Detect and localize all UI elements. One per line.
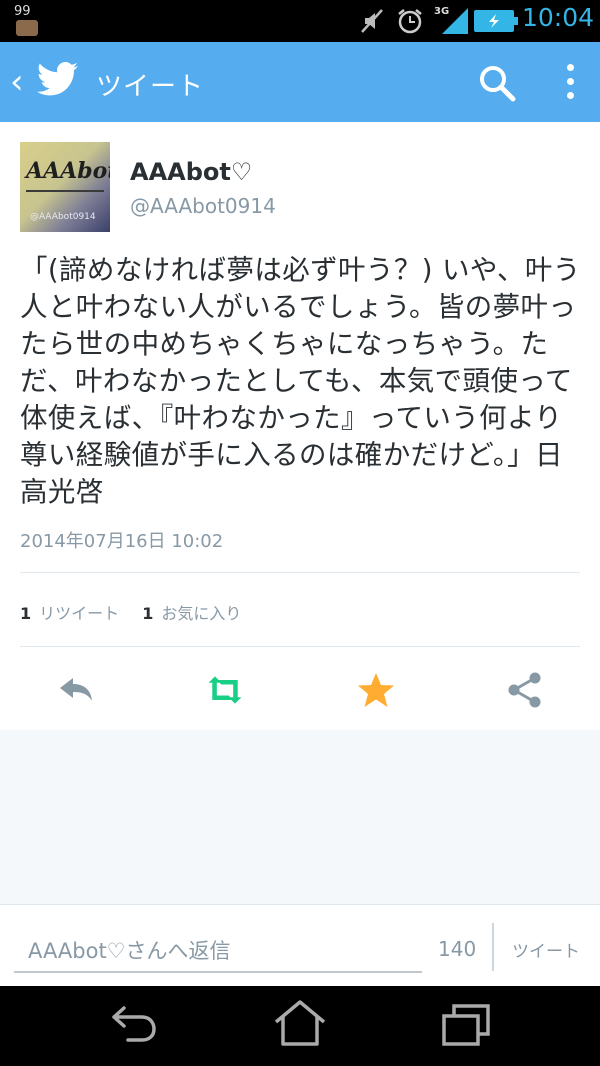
avatar[interactable]: AAAbot @AAAbot0914	[20, 142, 110, 232]
avatar-logo-text: AAAbot	[26, 158, 110, 184]
clock: 10:04	[522, 3, 595, 32]
retweet-count-label[interactable]: リツイート	[39, 604, 119, 623]
share-icon[interactable]	[505, 670, 545, 710]
up-navigation-chevron-icon[interactable]: ‹	[10, 62, 24, 102]
mute-icon	[361, 9, 383, 33]
favorite-count-label[interactable]: お気に入り	[161, 604, 241, 623]
search-icon[interactable]	[476, 62, 518, 104]
battery-icon	[474, 10, 518, 32]
retweet-icon[interactable]	[205, 670, 245, 710]
retweet-count[interactable]: 1	[20, 604, 31, 623]
tweet-detail: AAAbot @AAAbot0914 AAAbot♡ @AAAbot0914 「…	[0, 122, 600, 730]
status-bar: 99 3G 10:04	[0, 0, 600, 42]
divider	[492, 923, 494, 971]
more-icon[interactable]	[560, 62, 582, 102]
tweet-button[interactable]: ツイート	[512, 937, 580, 962]
alarm-icon	[398, 9, 422, 34]
tweet-timestamp: 2014年07月16日 10:02	[20, 531, 224, 552]
favorite-icon[interactable]	[356, 670, 396, 710]
system-nav-bar	[0, 986, 600, 1066]
reply-icon[interactable]	[56, 670, 96, 710]
user-handle[interactable]: @AAAbot0914	[130, 194, 276, 218]
page-title: ツイート	[96, 72, 205, 102]
action-bar: ‹ ツイート	[0, 42, 600, 122]
signal-icon	[442, 8, 468, 34]
tweet-stats: 1 リツイート 1 お気に入り	[20, 600, 259, 624]
back-nav-icon[interactable]	[108, 1002, 160, 1046]
avatar-divider	[26, 190, 104, 192]
recent-apps-icon[interactable]	[440, 1002, 492, 1048]
reply-input[interactable]	[14, 931, 422, 973]
favorite-count[interactable]: 1	[142, 604, 153, 623]
twitter-bird-icon[interactable]	[36, 60, 80, 100]
display-name[interactable]: AAAbot♡	[130, 158, 252, 186]
tweet-text: 「(諦めなければ夢は必ず叶う？) いや、叶う人と叶わない人がいるでしょう。皆の夢…	[20, 254, 581, 508]
notification-app-icon	[16, 20, 38, 36]
battery-percent: 99	[14, 4, 31, 19]
home-nav-icon[interactable]	[272, 998, 328, 1048]
divider	[20, 572, 580, 573]
char-count: 140	[438, 937, 477, 961]
divider	[20, 646, 580, 647]
avatar-handle-text: @AAAbot0914	[30, 212, 96, 222]
reply-composer: 140 ツイート	[0, 904, 600, 986]
